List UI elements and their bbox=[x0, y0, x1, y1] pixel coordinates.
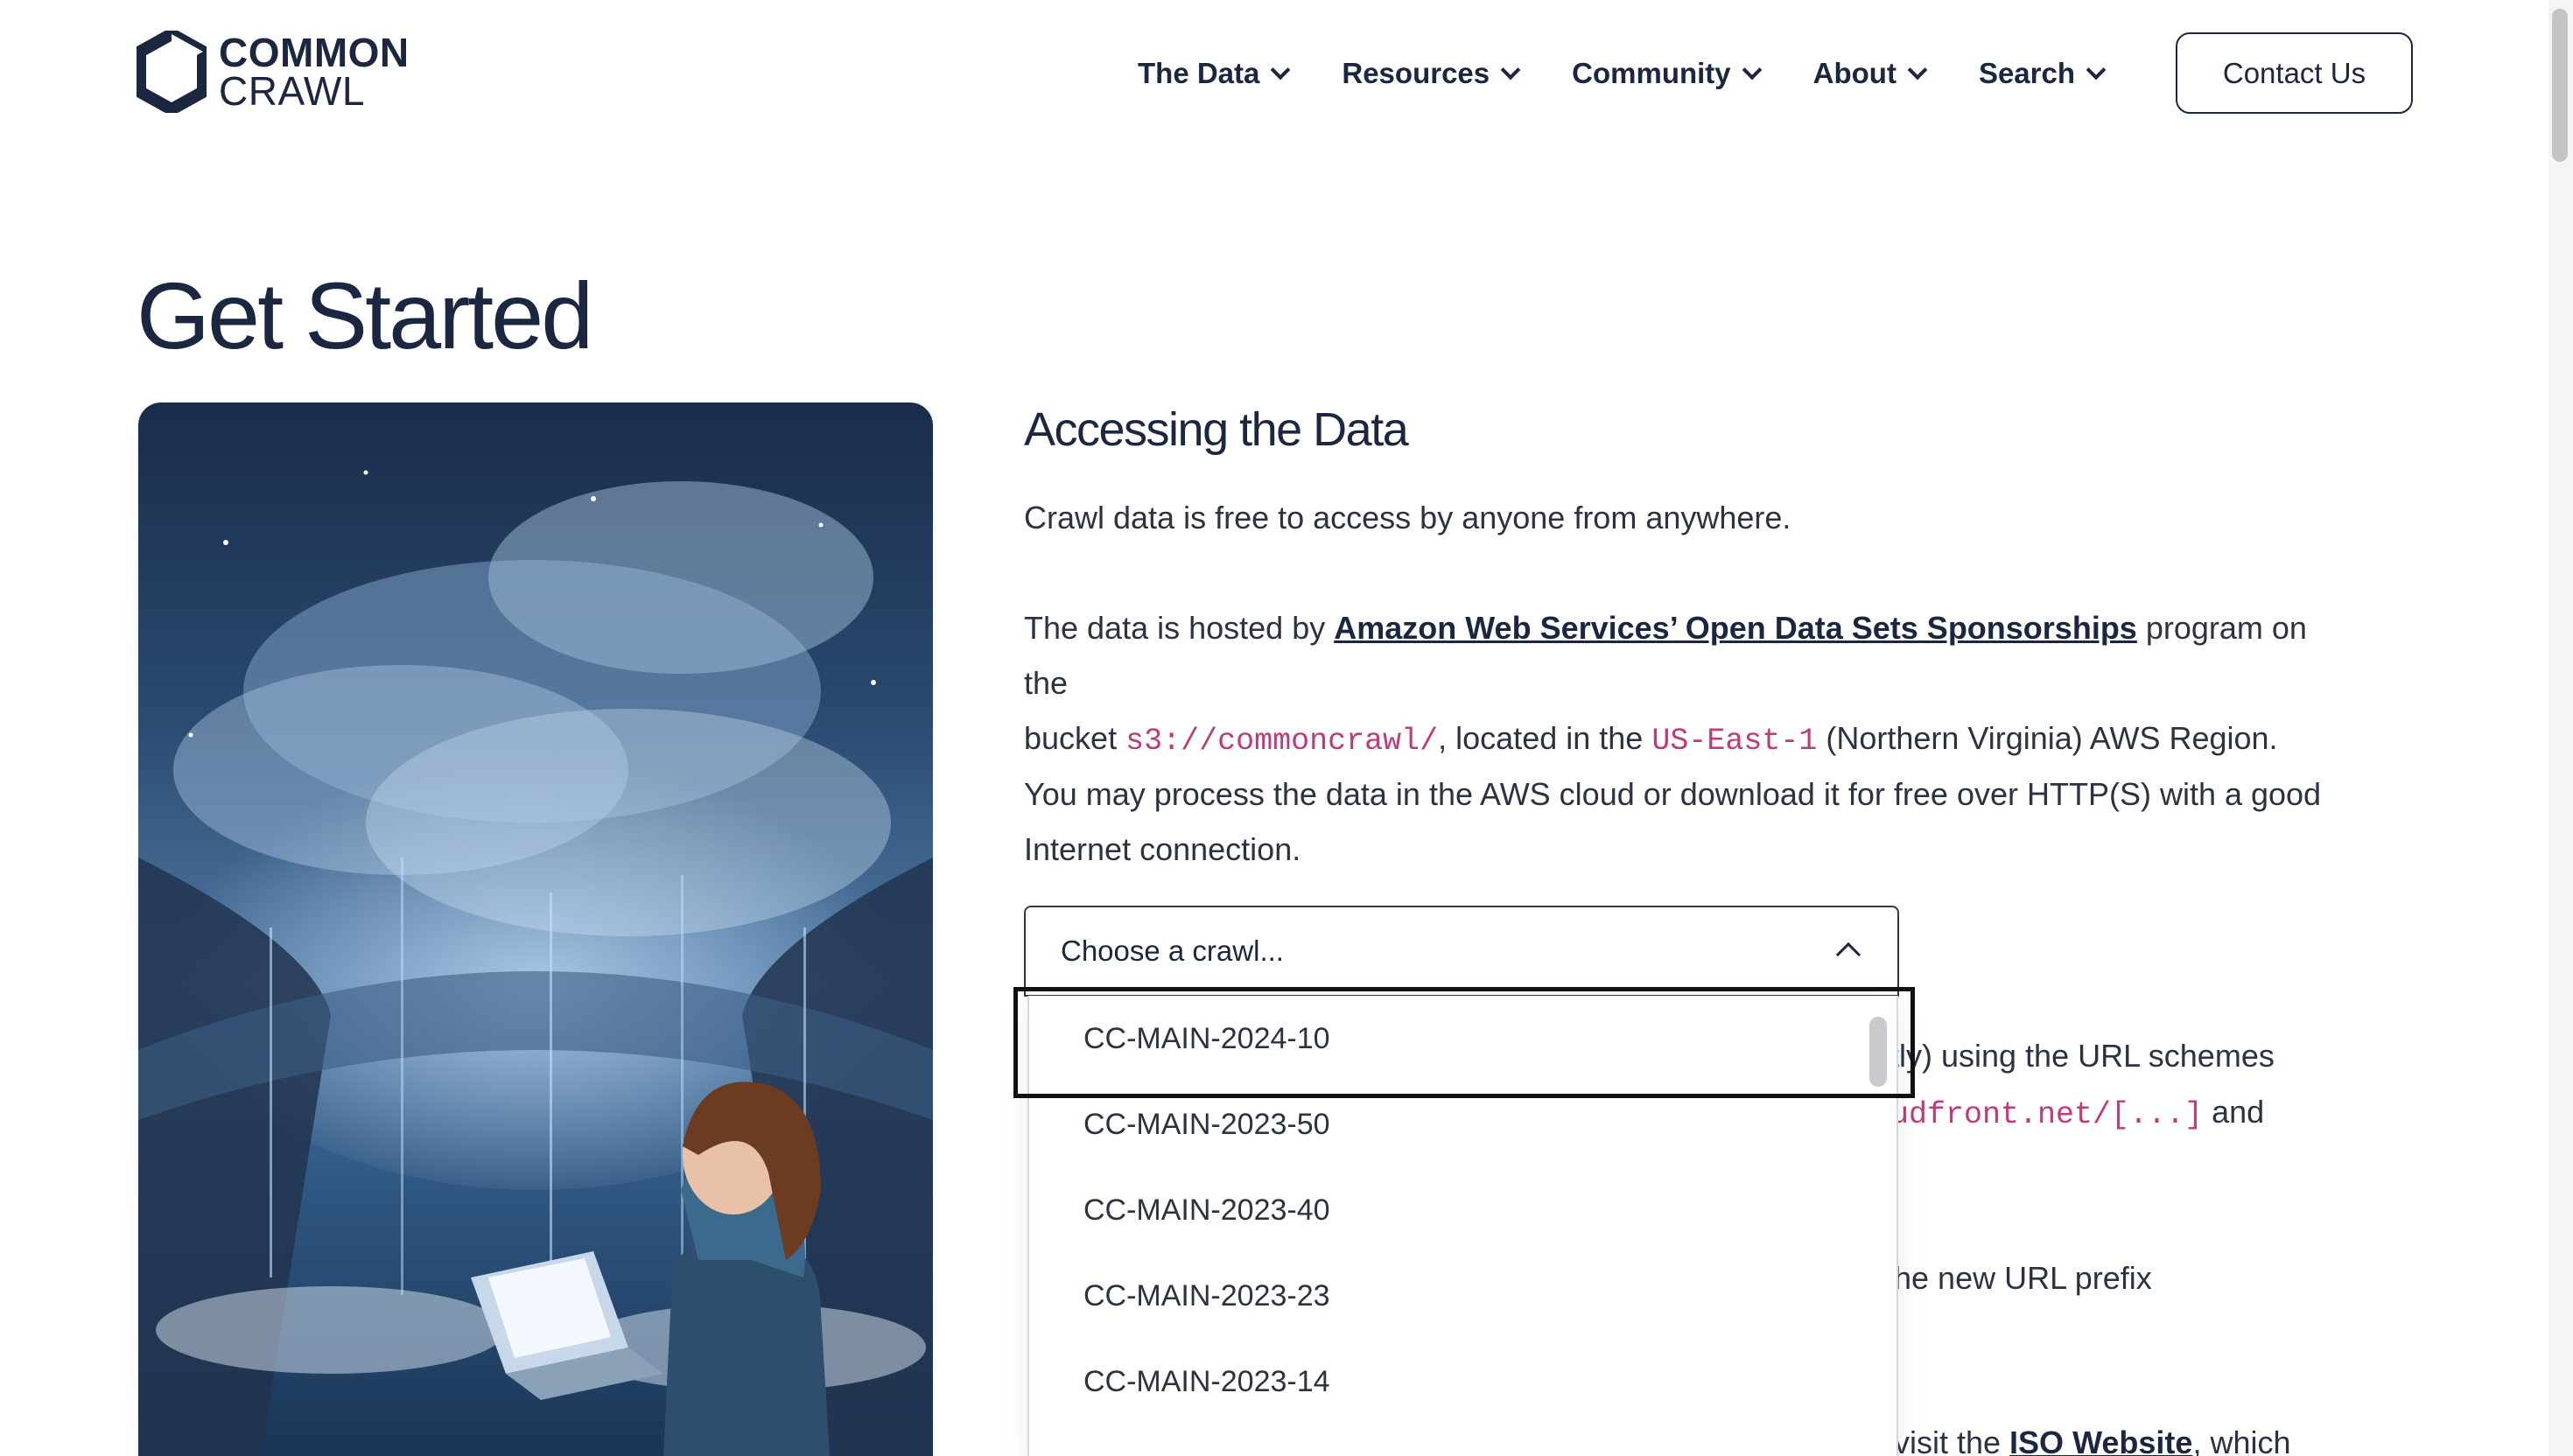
region-suffix: (Northern Virginia) AWS Region. bbox=[1817, 720, 2278, 756]
hidden-text-url-schemes: tly) using the URL schemes bbox=[1890, 1038, 2275, 1074]
chevron-down-icon bbox=[1500, 60, 1521, 80]
bucket-middle: , located in the bbox=[1438, 720, 1652, 756]
hidden-text-iso: visit the ISO Website, which bbox=[1894, 1424, 2290, 1456]
hexagon-logo-icon bbox=[137, 31, 207, 113]
hidden-text-cloudfront: udfront.net/[...] and bbox=[1890, 1094, 2264, 1132]
nav-about-label: About bbox=[1812, 57, 1896, 89]
site-header: COMMON CRAWL The Data Resources Communit… bbox=[0, 0, 2573, 147]
chevron-down-icon bbox=[1742, 60, 1762, 80]
page-scrollbar-thumb[interactable] bbox=[2552, 9, 2568, 162]
nav-the-data[interactable]: The Data bbox=[1138, 57, 1291, 90]
crawl-option[interactable]: CC-MAIN-2023-40 bbox=[1029, 1167, 1896, 1253]
nav-about[interactable]: About bbox=[1812, 57, 1928, 90]
section-title: Accessing the Data bbox=[1024, 403, 1409, 456]
chevron-up-icon bbox=[1835, 942, 1861, 968]
region-code: US-East-1 bbox=[1651, 724, 1818, 759]
hidden-text-url-prefix: he new URL prefix bbox=[1894, 1260, 2152, 1296]
nav-resources-label: Resources bbox=[1342, 57, 1490, 89]
nav-community-label: Community bbox=[1572, 57, 1731, 89]
logo-wordmark: COMMON CRAWL bbox=[219, 30, 410, 114]
paragraph-process-data: You may process the data in the AWS clou… bbox=[1024, 776, 2322, 867]
aws-open-data-link[interactable]: Amazon Web Services’ Open Data Sets Spon… bbox=[1334, 610, 2137, 646]
nav-community[interactable]: Community bbox=[1572, 57, 1762, 90]
cloudfront-suffix: and bbox=[2203, 1094, 2265, 1130]
chevron-down-icon bbox=[1271, 60, 1291, 80]
hosting-prefix: The data is hosted by bbox=[1024, 610, 1335, 646]
crawl-option[interactable]: CC-MAIN-2023-14 bbox=[1029, 1339, 1896, 1424]
logo-line2: CRAWL bbox=[219, 68, 365, 114]
chevron-down-icon bbox=[1907, 60, 1928, 80]
bucket-code: s3://commoncrawl/ bbox=[1125, 724, 1439, 759]
crawl-select[interactable]: Choose a crawl... bbox=[1024, 906, 1899, 997]
nav-the-data-label: The Data bbox=[1138, 57, 1260, 89]
nav-search-label: Search bbox=[1978, 57, 2076, 89]
hero-illustration-art bbox=[138, 470, 933, 1456]
common-crawl-logo[interactable]: COMMON CRAWL bbox=[137, 30, 410, 114]
crawl-option[interactable]: CC-MAIN-2023-06 bbox=[1029, 1424, 1896, 1456]
main-nav: The Data Resources Community About Searc… bbox=[1138, 42, 2131, 105]
paragraph-hosting: The data is hosted by Amazon Web Service… bbox=[1024, 600, 2354, 769]
iso-prefix: visit the bbox=[1894, 1424, 2010, 1456]
page-title: Get Started bbox=[137, 262, 593, 368]
option-highlight-box bbox=[1013, 987, 1915, 1098]
logo-line1: COMMON bbox=[219, 30, 410, 75]
page-scrollbar[interactable] bbox=[2548, 0, 2573, 1456]
paragraph-free-access: Crawl data is free to access by anyone f… bbox=[1024, 500, 1791, 536]
cloudfront-code: udfront.net/[...] bbox=[1890, 1097, 2204, 1132]
iso-suffix: , which bbox=[2192, 1424, 2291, 1456]
hero-illustration bbox=[138, 402, 933, 1456]
crawl-select-value: Choose a crawl... bbox=[1061, 934, 1284, 967]
contact-us-button[interactable]: Contact Us bbox=[2176, 32, 2413, 114]
bucket-prefix: bucket bbox=[1024, 720, 1126, 756]
nav-search[interactable]: Search bbox=[1978, 57, 2107, 90]
nav-resources[interactable]: Resources bbox=[1342, 57, 1521, 90]
chevron-down-icon bbox=[2086, 60, 2107, 80]
crawl-option[interactable]: CC-MAIN-2023-23 bbox=[1029, 1253, 1896, 1339]
iso-website-link[interactable]: ISO Website bbox=[2009, 1424, 2192, 1456]
